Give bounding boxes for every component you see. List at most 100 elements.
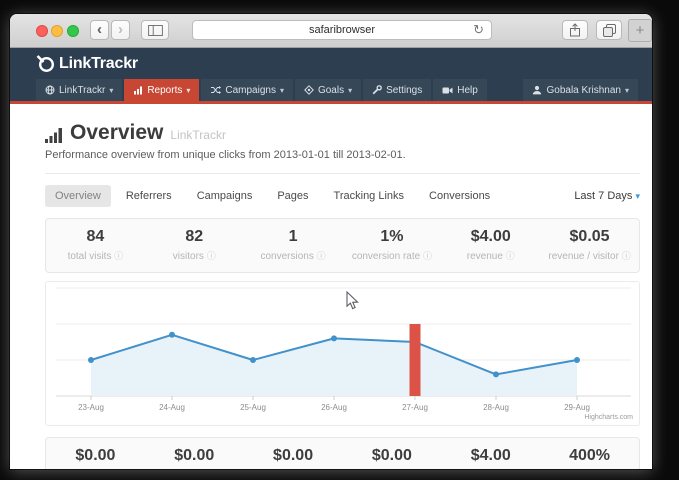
nav-item-help[interactable]: Help — [433, 79, 487, 101]
forward-button[interactable]: › — [111, 20, 130, 40]
page-content: Overview LinkTrackr Performance overview… — [10, 122, 652, 469]
info-icon[interactable]: ⓘ — [317, 251, 326, 261]
wrench-icon — [372, 85, 382, 95]
info-icon[interactable]: ⓘ — [622, 251, 631, 261]
stat-value: $4.00 — [441, 447, 540, 465]
stat-value: $0.05 — [540, 228, 639, 246]
chevron-down-icon: ▾ — [625, 86, 629, 95]
nav-item-settings[interactable]: Settings — [363, 79, 431, 101]
overview-chart-icon — [45, 127, 63, 143]
highcharts-credit: Highcharts.com — [584, 414, 633, 421]
stat-visitors: 82 visitors ⓘ — [145, 228, 244, 262]
sidebar-toggle-button[interactable] — [141, 20, 169, 40]
info-icon[interactable]: ⓘ — [423, 251, 432, 261]
stat-value: 1% — [342, 228, 441, 246]
stat-cost-per-visit: $0.00 cost / visit ⓘ — [145, 447, 244, 469]
site-header: LinkTrackr — [10, 48, 652, 79]
date-range-label: Last 7 Days — [574, 190, 632, 202]
shuffle-icon — [210, 85, 221, 95]
stat-cpa: $0.00 cpa ⓘ — [342, 447, 441, 469]
new-tab-button[interactable]: + — [628, 19, 652, 42]
visits-chart-card: 23-Aug24-Aug25-Aug26-Aug27-Aug28-Aug29-A… — [45, 281, 640, 426]
date-range-selector[interactable]: Last 7 Days ▾ — [574, 190, 640, 202]
reload-icon[interactable]: ↻ — [473, 22, 484, 38]
nav-label: Settings — [386, 85, 422, 96]
page-head: Overview LinkTrackr — [45, 122, 640, 143]
main-nav: LinkTrackr ▾ Reports ▾ Camp — [10, 79, 652, 104]
stat-roi: 400% roi ⓘ — [540, 447, 639, 469]
page-title-suffix: LinkTrackr — [170, 128, 226, 143]
page-subtitle: Performance overview from unique clicks … — [45, 149, 640, 161]
zoom-window-button[interactable] — [67, 25, 79, 37]
screenshot-frame: ‹ › safaribrowser ↻ — [0, 0, 679, 480]
logo-text[interactable]: LinkTrackr — [59, 55, 138, 73]
stat-value: $4.00 — [441, 228, 540, 246]
nav-label: LinkTrackr — [59, 85, 105, 96]
show-tabs-button[interactable] — [596, 20, 622, 40]
tab-conversions[interactable]: Conversions — [419, 185, 500, 207]
camera-icon — [442, 86, 453, 95]
nav-label: Reports — [147, 85, 182, 96]
stat-revenue-per-visitor: $0.05 revenue / visitor ⓘ — [540, 228, 639, 262]
stat-value: 82 — [145, 228, 244, 246]
page-title: Overview — [70, 122, 163, 143]
divider — [45, 173, 640, 174]
chevron-down-icon: ▾ — [635, 191, 640, 201]
stat-label: conversions — [260, 251, 313, 262]
stat-total-visits: 84 total visits ⓘ — [46, 228, 145, 262]
visits-area-chart[interactable]: 23-Aug24-Aug25-Aug26-Aug27-Aug28-Aug29-A… — [46, 282, 639, 423]
info-icon[interactable]: ⓘ — [114, 251, 123, 261]
stat-cost-per-day: $0.00 cost / day ⓘ — [244, 447, 343, 469]
report-tabs: Overview Referrers Campaigns Pages Track… — [45, 185, 640, 207]
stat-value: 1 — [244, 228, 343, 246]
chevron-down-icon: ▾ — [348, 86, 352, 95]
safari-window: ‹ › safaribrowser ↻ — [10, 14, 652, 469]
tab-campaigns[interactable]: Campaigns — [187, 185, 263, 207]
minimize-window-button[interactable] — [51, 25, 63, 37]
stat-label: conversion rate — [352, 251, 420, 262]
stat-label: visitors — [173, 251, 204, 262]
stats-row-bottom: $0.00 total cost ⓘ $0.00 cost / visit ⓘ … — [45, 437, 640, 469]
address-bar-text: safaribrowser — [309, 24, 375, 36]
tab-referrers[interactable]: Referrers — [116, 185, 182, 207]
stat-value: $0.00 — [145, 447, 244, 465]
svg-text:26-Aug: 26-Aug — [321, 403, 347, 412]
stat-label: total visits — [68, 251, 112, 262]
svg-text:27-Aug: 27-Aug — [402, 403, 428, 412]
nav-item-linktrackr[interactable]: LinkTrackr ▾ — [36, 79, 122, 101]
tab-pages[interactable]: Pages — [267, 185, 318, 207]
stat-label: revenue / visitor — [548, 251, 619, 262]
svg-text:23-Aug: 23-Aug — [78, 403, 104, 412]
nav-item-goals[interactable]: Goals ▾ — [295, 79, 361, 101]
close-window-button[interactable] — [36, 25, 48, 37]
user-menu[interactable]: Gobala Krishnan ▾ — [523, 79, 638, 101]
back-button[interactable]: ‹ — [90, 20, 109, 40]
nav-item-campaigns[interactable]: Campaigns ▾ — [201, 79, 293, 101]
stat-value: $0.00 — [244, 447, 343, 465]
stat-value: $0.00 — [342, 447, 441, 465]
svg-text:25-Aug: 25-Aug — [240, 403, 266, 412]
info-icon[interactable]: ⓘ — [506, 251, 515, 261]
stat-revenue: $4.00 revenue ⓘ — [441, 228, 540, 262]
svg-text:24-Aug: 24-Aug — [159, 403, 185, 412]
chevron-down-icon: ▾ — [109, 86, 113, 95]
bar-chart-icon — [133, 85, 143, 95]
tab-tracking-links[interactable]: Tracking Links — [324, 185, 415, 207]
tab-overview[interactable]: Overview — [45, 185, 111, 207]
stat-conversion-rate: 1% conversion rate ⓘ — [342, 228, 441, 262]
nav-label: Campaigns — [225, 85, 276, 96]
nav-label: Goals — [318, 85, 344, 96]
stat-total-cost: $0.00 total cost ⓘ — [46, 447, 145, 469]
svg-text:28-Aug: 28-Aug — [483, 403, 509, 412]
info-icon[interactable]: ⓘ — [207, 251, 216, 261]
linktrackr-logo-icon[interactable] — [36, 54, 55, 73]
user-icon — [532, 85, 542, 95]
nav-item-reports[interactable]: Reports ▾ — [124, 79, 199, 101]
address-bar[interactable]: safaribrowser ↻ — [192, 20, 492, 40]
stat-value: 400% — [540, 447, 639, 465]
share-button[interactable] — [562, 20, 588, 40]
diamond-icon — [304, 85, 314, 95]
stat-value: $0.00 — [46, 447, 145, 465]
stats-row-top: 84 total visits ⓘ 82 visitors ⓘ 1 conver… — [45, 218, 640, 273]
plus-icon: + — [636, 22, 645, 39]
